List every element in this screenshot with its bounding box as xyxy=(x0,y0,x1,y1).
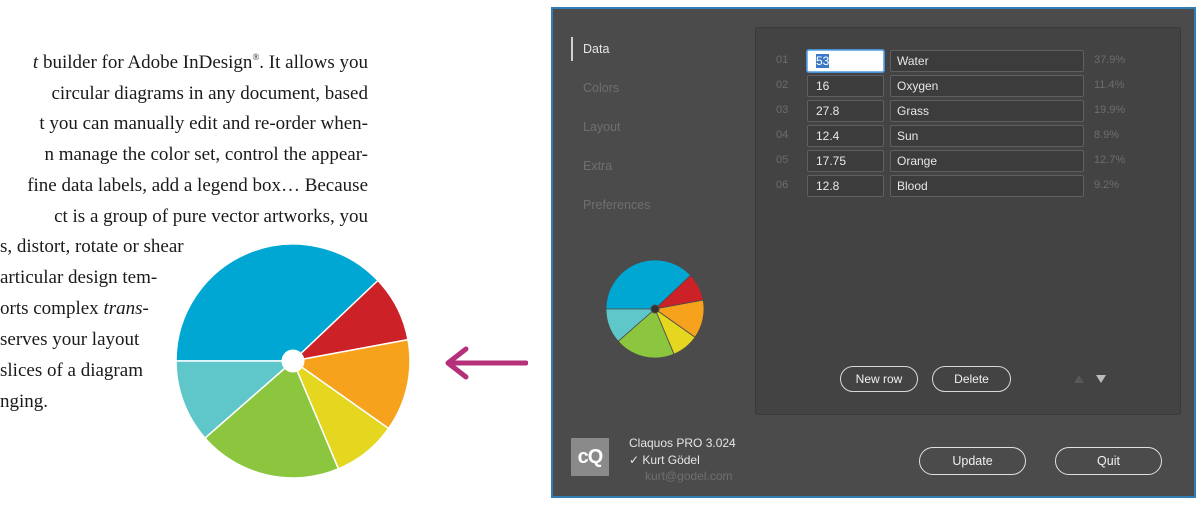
name-input[interactable]: Oxygen xyxy=(890,75,1084,97)
doc-line: s, distort, rotate or shear xyxy=(0,236,184,257)
percent-label: 19.9% xyxy=(1094,104,1126,116)
doc-line: nging. xyxy=(0,391,49,412)
percent-label: 9.2% xyxy=(1094,179,1120,191)
doc-line: orts complex trans- xyxy=(0,298,149,319)
pie-center xyxy=(281,349,305,373)
doc-line: ct is a group of pure vector artworks, y… xyxy=(54,206,368,227)
value-input[interactable]: 17.75 xyxy=(807,150,884,172)
sidebar-item-layout[interactable]: Layout xyxy=(571,117,741,156)
quit-button[interactable]: Quit xyxy=(1055,447,1162,475)
doc-line: slices of a diagram xyxy=(0,360,143,381)
table-row: 04 12.4 Sun 8.9% xyxy=(756,125,1182,150)
table-row: 01 53 Water 37.9% xyxy=(756,50,1182,75)
update-button[interactable]: Update xyxy=(919,447,1026,475)
preview-pie-chart xyxy=(605,259,705,359)
table-row: 02 16 Oxygen 11.4% xyxy=(756,75,1182,100)
percent-label: 8.9% xyxy=(1094,129,1120,141)
name-input[interactable]: Grass xyxy=(890,100,1084,122)
large-pie-chart[interactable] xyxy=(175,243,411,479)
licensed-user: ✓ Kurt Gödel xyxy=(629,453,700,467)
doc-line: fine data labels, add a legend box… Beca… xyxy=(27,175,368,196)
row-number: 04 xyxy=(776,129,789,141)
row-number: 06 xyxy=(776,179,789,191)
sidebar-item-preferences[interactable]: Preferences xyxy=(571,195,741,234)
product-name: Claquos PRO 3.024 xyxy=(629,436,736,450)
sidebar-item-colors[interactable]: Colors xyxy=(571,78,741,117)
arrow-left-icon xyxy=(445,346,528,380)
value-input[interactable]: 12.8 xyxy=(807,175,884,197)
doc-line: t you can manually edit and re-order whe… xyxy=(39,113,368,134)
row-number: 01 xyxy=(776,54,789,66)
name-input[interactable]: Water xyxy=(890,50,1084,72)
doc-line: serves your layout xyxy=(0,329,140,350)
user-email: kurt@godel.com xyxy=(645,469,733,483)
doc-line: t builder for Adobe InDesign®. It allows… xyxy=(32,52,368,73)
claquos-dialog: Data Colors Layout Extra Preferences 01 … xyxy=(551,7,1196,498)
new-row-button[interactable]: New row xyxy=(840,366,918,392)
name-input[interactable]: Orange xyxy=(890,150,1084,172)
sidebar-item-data[interactable]: Data xyxy=(571,37,741,78)
table-row: 05 17.75 Orange 12.7% xyxy=(756,150,1182,175)
row-number: 03 xyxy=(776,104,789,116)
app-logo: cQ xyxy=(571,438,609,476)
pie-center xyxy=(650,304,660,314)
row-number: 05 xyxy=(776,154,789,166)
value-input[interactable]: 27.8 xyxy=(807,100,884,122)
value-input[interactable]: 16 xyxy=(807,75,884,97)
move-down-icon[interactable] xyxy=(1096,375,1106,383)
row-number: 02 xyxy=(776,79,789,91)
doc-line: articular design tem- xyxy=(0,267,158,288)
doc-line: circular diagrams in any document, based xyxy=(51,83,368,104)
percent-label: 37.9% xyxy=(1094,54,1126,66)
name-input[interactable]: Sun xyxy=(890,125,1084,147)
value-input[interactable]: 12.4 xyxy=(807,125,884,147)
delete-button[interactable]: Delete xyxy=(932,366,1011,392)
sidebar-item-extra[interactable]: Extra xyxy=(571,156,741,195)
table-row: 06 12.8 Blood 9.2% xyxy=(756,175,1182,200)
move-up-icon[interactable] xyxy=(1074,375,1084,383)
doc-line: n manage the color set, control the appe… xyxy=(44,144,368,165)
name-input[interactable]: Blood xyxy=(890,175,1084,197)
table-row: 03 27.8 Grass 19.9% xyxy=(756,100,1182,125)
value-input[interactable]: 53 xyxy=(807,50,884,72)
percent-label: 12.7% xyxy=(1094,154,1126,166)
sidebar-nav: Data Colors Layout Extra Preferences xyxy=(571,37,741,234)
percent-label: 11.4% xyxy=(1094,79,1125,91)
data-panel: 01 53 Water 37.9% 02 16 Oxygen 11.4% 03 … xyxy=(755,27,1181,415)
